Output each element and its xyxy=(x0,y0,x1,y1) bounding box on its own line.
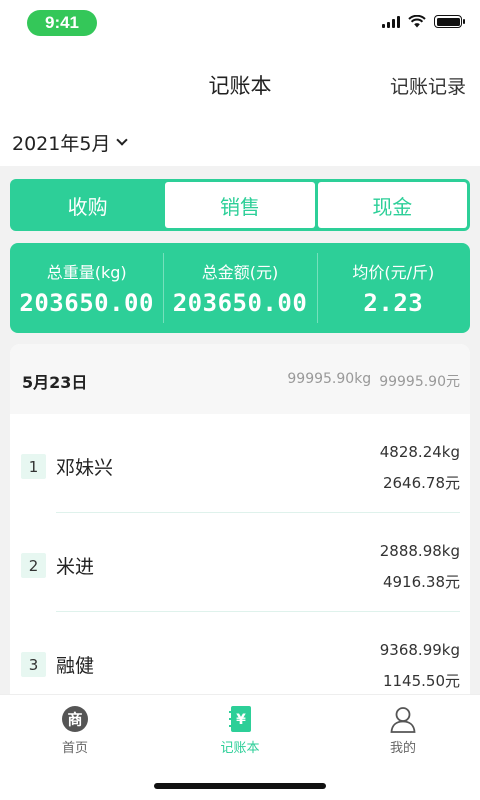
battery-icon xyxy=(434,15,465,28)
month-selector[interactable]: 2021年5月 xyxy=(12,129,129,156)
shop-icon-glyph: 商 xyxy=(67,711,82,729)
month-label: 2021年5月 xyxy=(12,133,111,155)
summary-card: 总重量(kg) 203650.00 总金额(元) 203650.00 均价(元/… xyxy=(10,243,470,333)
list-item[interactable]: 1 邓妹兴 4828.24kg 2646.78元 xyxy=(10,414,470,513)
record-amount: 4916.38元 xyxy=(382,573,460,591)
record-name: 米进 xyxy=(56,556,95,578)
tabbar-profile[interactable]: 我的 xyxy=(355,705,451,756)
tabbar-label: 我的 xyxy=(389,741,416,756)
cellular-signal-icon xyxy=(382,15,400,28)
summary-total-amount: 总金额(元) 203650.00 xyxy=(163,243,316,333)
bottom-tab-bar: 商 首页 ¥ 记账本 我的 xyxy=(0,694,480,800)
shop-icon: 商 xyxy=(62,706,88,732)
rank-badge: 2 xyxy=(21,553,46,578)
record-weight: 2888.98kg xyxy=(379,542,460,560)
summary-title: 总金额(元) xyxy=(201,263,279,282)
type-tabs: 收购 销售 现金 xyxy=(10,179,470,231)
ledger-icon: ¥ xyxy=(229,706,251,732)
summary-value: 2.23 xyxy=(363,289,424,317)
day-date: 5月23日 xyxy=(22,373,88,392)
record-weight: 4828.24kg xyxy=(379,443,460,461)
list-item[interactable]: 2 米进 2888.98kg 4916.38元 xyxy=(10,513,470,612)
record-weight: 9368.99kg xyxy=(379,641,460,659)
status-icons xyxy=(382,15,465,28)
list-item[interactable]: 3 融健 9368.99kg 1145.50元 xyxy=(10,612,470,694)
summary-value: 203650.00 xyxy=(172,289,308,317)
record-amount: 1145.50元 xyxy=(382,672,460,690)
rank-badge: 3 xyxy=(21,652,46,677)
day-total-kg: 99995.90kg xyxy=(287,371,372,387)
summary-title: 总重量(kg) xyxy=(46,263,127,282)
summary-title: 均价(元/斤) xyxy=(352,263,435,282)
tabbar-home[interactable]: 商 首页 xyxy=(27,705,123,756)
records-list: 5月23日 99995.90kg 99995.90元 1 邓妹兴 4828.24… xyxy=(10,344,470,694)
tabbar-label: 首页 xyxy=(61,741,88,756)
record-name: 邓妹兴 xyxy=(56,457,114,479)
tabbar-label: 记账本 xyxy=(220,741,260,756)
ledger-icon-glyph: ¥ xyxy=(236,712,246,728)
rank-badge: 1 xyxy=(21,454,46,479)
day-total-amount: 99995.90元 xyxy=(379,374,460,390)
profile-icon xyxy=(390,707,416,733)
tab-sales[interactable]: 销售 xyxy=(165,182,315,228)
summary-value: 203650.00 xyxy=(19,289,154,317)
summary-total-weight: 总重量(kg) 203650.00 xyxy=(10,243,163,333)
status-bar: 9:41 xyxy=(0,0,480,48)
wifi-icon xyxy=(408,15,426,28)
record-name: 融健 xyxy=(56,655,95,677)
tab-purchase[interactable]: 收购 xyxy=(13,182,163,228)
content-area: 收购 销售 现金 总重量(kg) 203650.00 总金额(元) 203650… xyxy=(0,166,480,694)
record-amount: 2646.78元 xyxy=(382,474,460,492)
status-time: 9:41 xyxy=(27,10,97,36)
chevron-down-icon xyxy=(116,134,129,146)
home-indicator xyxy=(154,783,326,789)
day-totals: 99995.90kg 99995.90元 xyxy=(287,371,460,391)
day-header: 5月23日 99995.90kg 99995.90元 xyxy=(10,344,470,414)
ledger-records-link[interactable]: 记账记录 xyxy=(390,72,466,99)
tabbar-ledger[interactable]: ¥ 记账本 xyxy=(192,705,288,756)
tab-cash[interactable]: 现金 xyxy=(317,182,467,228)
month-selector-row: 2021年5月 xyxy=(0,120,480,166)
nav-bar: 记账本 记账记录 xyxy=(0,48,480,120)
summary-average-price: 均价(元/斤) 2.23 xyxy=(316,243,470,333)
